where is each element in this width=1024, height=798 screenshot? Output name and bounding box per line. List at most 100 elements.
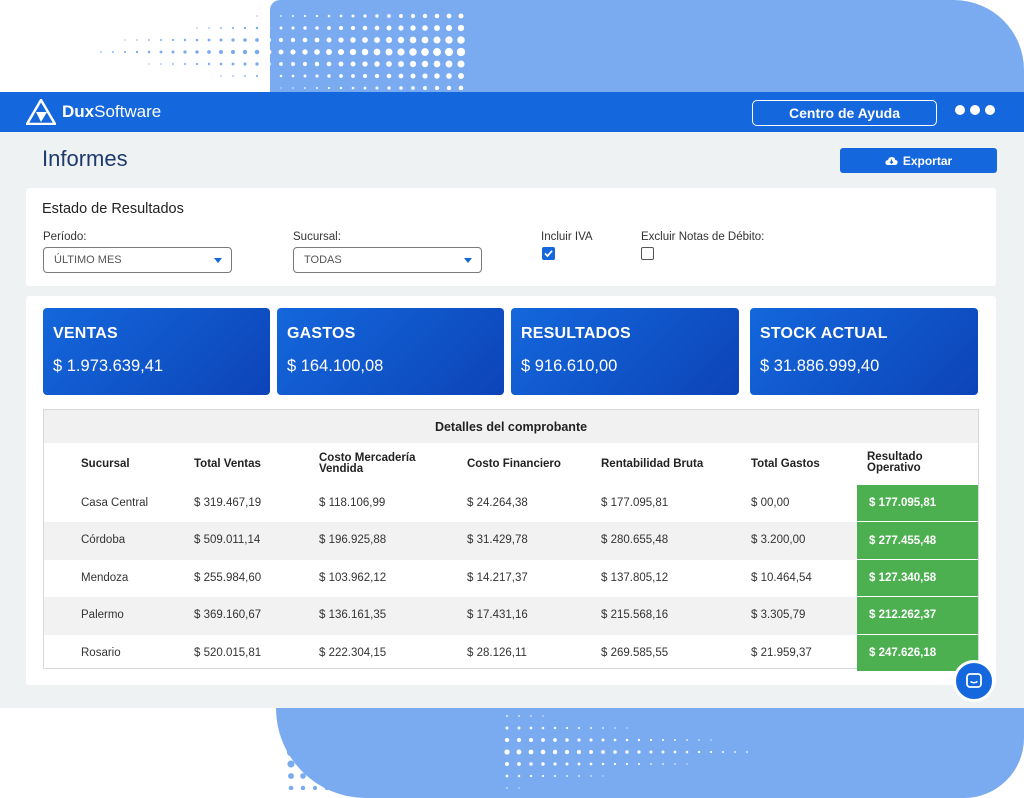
- brand-name: DuxSoftware: [62, 102, 162, 121]
- decorative-dot: [697, 750, 701, 754]
- decorative-dot: [371, 748, 379, 756]
- decorative-dot: [255, 74, 259, 78]
- table-row[interactable]: Córdoba $ 509.011,14 $ 196.925,88 $ 31.429,…: [44, 522, 978, 560]
- decorative-dot: [529, 774, 533, 778]
- column-header[interactable]: Resultado Operativo: [867, 451, 947, 474]
- decorative-dot: [541, 762, 545, 766]
- column-header[interactable]: Sucursal: [81, 458, 130, 470]
- column-header[interactable]: Rentabilidad Bruta: [601, 458, 703, 470]
- decorative-dot: [734, 751, 736, 753]
- table-row[interactable]: Rosario $ 520.015,81 $ 222.304,15 $ 28.126,…: [44, 634, 978, 672]
- decorative-dot: [698, 739, 700, 741]
- decorative-dot: [302, 61, 308, 67]
- exclude-debit-checkbox[interactable]: [641, 247, 654, 260]
- brand-logo[interactable]: DuxSoftware: [26, 99, 161, 125]
- table-row[interactable]: Palermo $ 369.160,67 $ 136.161,35 $ 17.431,…: [44, 597, 978, 635]
- kpi-value: $ 1.973.639,41: [53, 357, 164, 375]
- decorative-dot: [360, 773, 366, 779]
- decorative-dot: [614, 727, 616, 729]
- decorative-dot: [397, 36, 405, 44]
- export-label: Exportar: [902, 153, 953, 168]
- dux-logo-icon: [26, 99, 56, 125]
- decorative-dot: [518, 715, 520, 717]
- table-row[interactable]: Mendoza $ 255.984,60 $ 103.962,12 $ 14.217,…: [44, 559, 978, 598]
- decorative-dot: [256, 15, 258, 17]
- decorative-dot: [373, 714, 377, 718]
- branch-select[interactable]: TODAS: [293, 247, 482, 273]
- decorative-dot: [444, 761, 450, 767]
- cell-costo-mercaderia: $ 136.161,35: [319, 609, 387, 622]
- decorative-dot: [195, 38, 199, 42]
- chat-button[interactable]: [953, 660, 995, 702]
- column-header[interactable]: Costo Financiero: [467, 458, 561, 470]
- cell-sucursal: Rosario: [81, 646, 121, 659]
- cell-costo-financiero: $ 31.429,78: [467, 534, 528, 547]
- decorative-dot: [710, 739, 712, 741]
- decorative-dot: [336, 773, 342, 779]
- table-row[interactable]: Casa Central $ 319.467,19 $ 118.106,99 $ 24…: [44, 485, 978, 523]
- decorative-dot: [338, 25, 344, 31]
- kpi-label: GASTOS: [287, 325, 356, 342]
- decorative-dot: [160, 63, 162, 65]
- cell-total-gastos: $ 3.305,79: [751, 609, 806, 622]
- decorative-dot: [374, 73, 380, 79]
- decorative-dot: [468, 737, 474, 743]
- decorative-dot: [335, 760, 343, 768]
- decorative-dot: [399, 14, 403, 18]
- decorative-dot: [362, 25, 368, 31]
- decorative-dot: [637, 738, 641, 742]
- decorative-dot: [553, 738, 557, 742]
- decorative-dot: [542, 715, 544, 717]
- decorative-dot: [410, 73, 416, 79]
- include-iva-checkbox[interactable]: [542, 247, 555, 260]
- more-dots-icon[interactable]: [955, 105, 995, 115]
- export-button[interactable]: Exportar: [840, 148, 997, 173]
- decorative-dot: [457, 714, 461, 718]
- decorative-dot: [457, 24, 465, 32]
- decorative-dot: [278, 37, 284, 43]
- decorative-dot: [220, 75, 222, 77]
- decorative-dot: [347, 760, 355, 768]
- decorative-dot: [457, 774, 461, 778]
- decorative-dot: [661, 738, 665, 742]
- decorative-dot: [383, 748, 391, 756]
- decorative-dot: [434, 25, 440, 31]
- decorative-dot: [397, 786, 401, 790]
- cell-sucursal: Córdoba: [81, 534, 126, 547]
- decorative-dot: [398, 61, 404, 67]
- decorative-dot: [242, 49, 248, 55]
- decorative-dot: [409, 786, 413, 790]
- decorative-dot: [339, 86, 343, 90]
- decorative-dot: [590, 727, 592, 729]
- decorative-dot: [288, 785, 294, 790]
- check-icon: [544, 250, 553, 258]
- column-header[interactable]: Total Ventas: [194, 458, 261, 470]
- decorative-dot: [470, 787, 472, 789]
- period-select[interactable]: ÚLTIMO MES: [43, 247, 232, 273]
- decorative-dot: [171, 38, 175, 42]
- decorative-dot: [244, 75, 246, 77]
- cell-costo-mercaderia: $ 118.106,99: [319, 497, 386, 509]
- decorative-dot: [408, 761, 414, 767]
- decorative-dot: [148, 39, 150, 41]
- decorative-dot: [280, 87, 282, 89]
- decorative-dot: [480, 737, 486, 743]
- cell-rentabilidad-bruta: $ 269.585,55: [601, 646, 669, 659]
- decorative-dot: [335, 748, 343, 756]
- decorative-dot: [323, 760, 331, 768]
- decorative-dot: [443, 748, 451, 756]
- decorative-dot: [323, 736, 331, 744]
- column-header[interactable]: Total Gastos: [751, 458, 820, 470]
- decorative-dot: [458, 73, 464, 79]
- decorative-dot: [279, 26, 283, 30]
- decorative-dots-bottom: [286, 713, 748, 790]
- decorative-dots-top: [100, 13, 465, 90]
- decorative-dot: [565, 762, 569, 766]
- column-header[interactable]: Costo Mercadería Vendida: [319, 452, 419, 475]
- help-center-button[interactable]: Centro de Ayuda: [752, 100, 937, 126]
- exclude-debit-label: Excluir Notas de Débito:: [641, 231, 765, 243]
- decorative-dot: [324, 713, 330, 719]
- decorative-dot: [326, 61, 332, 67]
- decorative-dot: [722, 751, 724, 753]
- decorative-dot: [433, 786, 437, 790]
